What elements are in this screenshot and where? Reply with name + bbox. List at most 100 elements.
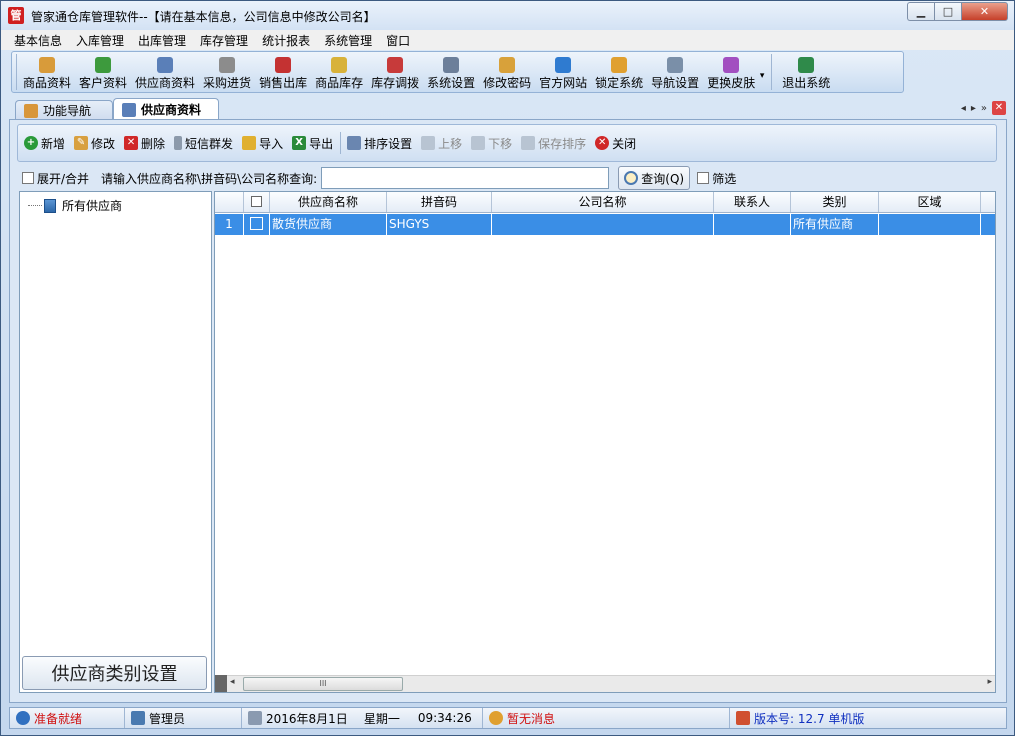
key-icon bbox=[499, 57, 516, 73]
col-header-name[interactable]: 供应商名称 bbox=[270, 192, 387, 212]
status-time: 09:34:26 bbox=[417, 711, 472, 725]
tab-prev-icon[interactable]: ◂ bbox=[961, 103, 966, 114]
delete-label: 删除 bbox=[141, 136, 166, 151]
toolbar-button-warehouse[interactable]: 商品库存 bbox=[311, 57, 367, 91]
menu-reports[interactable]: 统计报表 bbox=[255, 32, 317, 49]
toolbar-button-transfer[interactable]: 库存调拨 bbox=[367, 57, 423, 91]
col-header-contact[interactable]: 联系人 bbox=[714, 192, 791, 212]
sort-settings-button[interactable]: 排序设置 bbox=[347, 135, 412, 152]
delete-button[interactable]: ✕ 删除 bbox=[124, 135, 165, 152]
col-header-company[interactable]: 公司名称 bbox=[492, 192, 714, 212]
toolbar-button-exit[interactable]: 退出系统 bbox=[778, 57, 834, 91]
cell-name: 散货供应商 bbox=[270, 214, 387, 235]
scroll-right-icon[interactable]: ▸ bbox=[987, 677, 992, 687]
status-version: 版本号: 12.7 单机版 bbox=[730, 708, 864, 728]
horizontal-scrollbar[interactable]: ◂ III ▸ bbox=[227, 675, 995, 692]
sms-button[interactable]: 短信群发 bbox=[174, 135, 233, 152]
toolbar-button-lock[interactable]: 锁定系统 bbox=[591, 57, 647, 91]
expand-label: 展开/合并 bbox=[37, 171, 90, 186]
dropdown-arrow-icon[interactable]: ▾ bbox=[760, 71, 765, 81]
add-button[interactable]: + 新增 bbox=[24, 135, 65, 152]
toolbar-button-skin[interactable]: 更换皮肤 ▾ bbox=[703, 57, 764, 91]
menu-stock-out[interactable]: 出库管理 bbox=[131, 32, 193, 49]
expand-checkbox[interactable] bbox=[22, 172, 34, 184]
col-header-region[interactable]: 区域 bbox=[879, 192, 981, 212]
tab-close-icon[interactable]: ✕ bbox=[992, 101, 1006, 115]
menu-system[interactable]: 系统管理 bbox=[317, 32, 379, 49]
supplier-category-tree: 所有供应商 供应商类别设置 bbox=[19, 191, 212, 693]
col-header-select[interactable] bbox=[244, 192, 270, 212]
tab-function-nav[interactable]: 功能导航 bbox=[15, 100, 113, 120]
menu-bar: 基本信息 入库管理 出库管理 库存管理 统计报表 系统管理 窗口 bbox=[1, 30, 1014, 50]
grid-header: 供应商名称 拼音码 公司名称 联系人 类别 区域 bbox=[215, 192, 995, 213]
toolbar-button-truck[interactable]: 采购进货 bbox=[199, 57, 255, 91]
menu-window[interactable]: 窗口 bbox=[379, 32, 417, 49]
select-all-checkbox[interactable] bbox=[251, 196, 262, 207]
menu-stock-in[interactable]: 入库管理 bbox=[69, 32, 131, 49]
tree-node-label: 所有供应商 bbox=[62, 199, 123, 213]
plus-icon: + bbox=[24, 136, 38, 150]
cell-category: 所有供应商 bbox=[791, 214, 879, 235]
settings-icon bbox=[443, 57, 460, 73]
menu-inventory[interactable]: 库存管理 bbox=[193, 32, 255, 49]
move-down-button[interactable]: 下移 bbox=[471, 135, 512, 152]
action-toolbar: + 新增 ✎ 修改 ✕ 删除 短信群发 导入 X 导出 排序设置 上移 下移 保存排序 … bbox=[17, 124, 997, 162]
query-label: 查询(Q) bbox=[641, 171, 685, 186]
tab-supplier-info[interactable]: 供应商资料 bbox=[113, 98, 219, 120]
delete-icon: ✕ bbox=[124, 136, 139, 150]
maximize-button[interactable]: □ bbox=[934, 2, 961, 21]
move-up-button[interactable]: 上移 bbox=[421, 135, 462, 152]
excel-icon: X bbox=[292, 136, 307, 150]
toolbar-button-supplier[interactable]: 供应商资料 bbox=[131, 57, 199, 91]
status-message-text: 暂无消息 bbox=[507, 711, 556, 726]
toolbar-button-key[interactable]: 修改密码 bbox=[479, 57, 535, 91]
book-icon bbox=[44, 198, 56, 213]
supplier-icon bbox=[157, 57, 174, 73]
toolbar-button-navigation[interactable]: 导航设置 bbox=[647, 57, 703, 91]
status-user: 管理员 bbox=[125, 708, 242, 728]
save-sort-label: 保存排序 bbox=[538, 136, 587, 151]
cell-pinyin: SHGYS bbox=[387, 214, 492, 235]
edit-button[interactable]: ✎ 修改 bbox=[74, 135, 115, 152]
toolbar-button-cash-register[interactable]: 销售出库 bbox=[255, 57, 311, 91]
import-button[interactable]: 导入 bbox=[242, 135, 283, 152]
scroll-left-icon[interactable]: ◂ bbox=[230, 677, 235, 687]
navigation-icon bbox=[667, 57, 684, 73]
minimize-button[interactable]: ▁ bbox=[907, 2, 934, 21]
tab-list-icon[interactable]: » bbox=[981, 103, 987, 114]
tree-node-all-suppliers[interactable]: 所有供应商 bbox=[28, 197, 122, 214]
row-checkbox[interactable] bbox=[250, 217, 263, 230]
title-bar: 管 管家通仓库管理软件--【请在基本信息，公司信息中修改公司名】 ▁ □ ✕ bbox=[1, 1, 1014, 30]
move-up-icon bbox=[421, 136, 436, 150]
toolbar-button-product[interactable]: 商品资料 bbox=[19, 57, 75, 91]
tab-next-icon[interactable]: ▸ bbox=[971, 103, 976, 114]
save-sort-button[interactable]: 保存排序 bbox=[521, 135, 586, 152]
search-icon bbox=[624, 171, 639, 185]
toolbar-button-customer[interactable]: 客户资料 bbox=[75, 57, 131, 91]
lock-icon bbox=[611, 57, 628, 73]
cell-select[interactable] bbox=[244, 214, 270, 235]
status-ready: 准备就绪 bbox=[10, 708, 125, 728]
move-down-label: 下移 bbox=[488, 136, 513, 151]
category-settings-button[interactable]: 供应商类别设置 bbox=[22, 656, 207, 690]
filter-checkbox[interactable] bbox=[697, 172, 710, 184]
query-button[interactable]: 查询(Q) bbox=[618, 166, 691, 190]
search-input[interactable] bbox=[321, 167, 610, 189]
cell-index: 1 bbox=[215, 214, 244, 235]
menu-basic-info[interactable]: 基本信息 bbox=[7, 32, 69, 49]
toolbar-label: 客户资料 bbox=[79, 76, 128, 90]
close-panel-button[interactable]: ✕ 关闭 bbox=[595, 135, 636, 152]
table-row[interactable]: 1 散货供应商 SHGYS 所有供应商 bbox=[215, 214, 995, 235]
search-prompt: 请输入供应商名称\拼音码\公司名称查询: bbox=[101, 171, 318, 186]
content-panel: + 新增 ✎ 修改 ✕ 删除 短信群发 导入 X 导出 排序设置 上移 下移 保存排序 … bbox=[9, 119, 1007, 703]
transfer-icon bbox=[387, 57, 404, 73]
close-window-button[interactable]: ✕ bbox=[961, 2, 1008, 21]
scroll-thumb[interactable]: III bbox=[243, 677, 403, 691]
col-header-pinyin[interactable]: 拼音码 bbox=[387, 192, 492, 212]
export-button[interactable]: X 导出 bbox=[292, 135, 333, 152]
toolbar-button-settings[interactable]: 系统设置 bbox=[423, 57, 479, 91]
move-up-label: 上移 bbox=[438, 136, 463, 151]
col-header-category[interactable]: 类别 bbox=[791, 192, 879, 212]
toolbar-label: 官方网站 bbox=[539, 76, 588, 90]
toolbar-button-ie[interactable]: 官方网站 bbox=[535, 57, 591, 91]
